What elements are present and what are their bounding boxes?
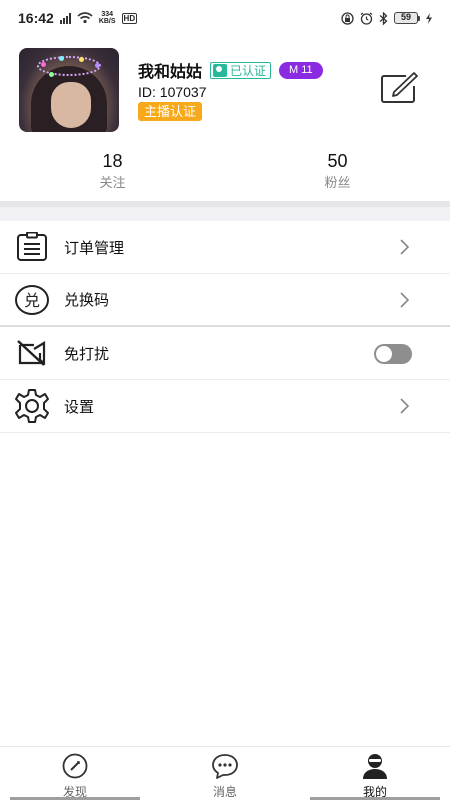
network-speed: 334 KB/S [99,11,116,25]
menu-item-orders[interactable]: 订单管理 [0,221,450,274]
nickname: 我和姑姑 [138,64,203,81]
lock-rotation-icon [341,11,354,25]
chevron-right-icon [400,398,410,414]
edit-profile-button[interactable] [380,72,418,104]
following-count: 18 [102,151,123,171]
menu-item-label: 免打扰 [64,345,110,363]
menu-item-redeem-code[interactable]: 兑 兑换码 [0,274,450,327]
wifi-icon [77,12,93,24]
menu-item-label: 兑换码 [64,292,110,309]
signal-icon [59,12,71,24]
svg-text:兑: 兑 [24,291,40,310]
menu-item-label: 设置 [64,398,95,416]
bluetooth-icon [379,11,388,25]
charging-icon [426,12,432,24]
level-badge: M 11 [279,61,323,79]
profile-header: 我和姑姑 已认证 M 11 ID: 107037 主播认证 [0,36,450,146]
bottom-nav: 发现 消息 我的 [0,746,450,800]
hd-icon: HD [121,12,138,24]
verified-user-icon [213,63,228,77]
name-row: 我和姑姑 已认证 M 11 [138,58,323,82]
nav-label: 消息 [212,785,237,799]
menu-item-settings[interactable]: 设置 [0,380,450,433]
do-not-disturb-toggle[interactable] [374,344,412,364]
status-time: 16:42 [18,10,54,26]
redeem-code-icon: 兑 [14,282,50,318]
menu-list: 订单管理 兑 兑换码 免打扰 设置 [0,221,450,433]
avatar[interactable] [19,48,119,132]
nav-tab-discover[interactable]: 发现 [0,747,150,800]
anchor-certification-badge[interactable]: 主播认证 [138,102,203,121]
nav-tab-mine[interactable]: 我的 [300,747,450,800]
do-not-disturb-icon [14,335,50,371]
battery-icon: 59 [394,12,420,24]
user-id: ID: 107037 [138,84,207,100]
edit-icon [381,72,418,103]
compass-icon [61,752,89,780]
network-speed-value: 334 [101,11,114,18]
battery-level: 59 [394,12,418,24]
nav-tab-messages[interactable]: 消息 [150,747,300,800]
verified-badge: 已认证 [210,61,272,79]
network-speed-unit: KB/S [98,18,116,25]
fans-count: 50 [327,151,348,171]
menu-item-label: 订单管理 [64,239,125,257]
stats-row: 18 关注 50 粉丝 [0,148,450,200]
gear-icon [14,388,50,424]
stat-fans[interactable]: 50 粉丝 [225,148,450,200]
status-bar: 16:42 334 KB/S HD 59 [0,0,450,36]
order-list-icon [14,229,50,265]
fans-label: 粉丝 [324,175,351,190]
profile-icon [361,752,389,780]
following-label: 关注 [99,175,126,190]
verified-label: 已认证 [230,63,267,78]
chevron-right-icon [400,292,410,308]
stat-following[interactable]: 18 关注 [0,148,225,200]
chevron-right-icon [400,239,410,255]
alarm-icon [360,12,373,25]
chat-bubble-icon [211,752,239,780]
section-divider [0,201,450,221]
menu-item-do-not-disturb: 免打扰 [0,327,450,380]
